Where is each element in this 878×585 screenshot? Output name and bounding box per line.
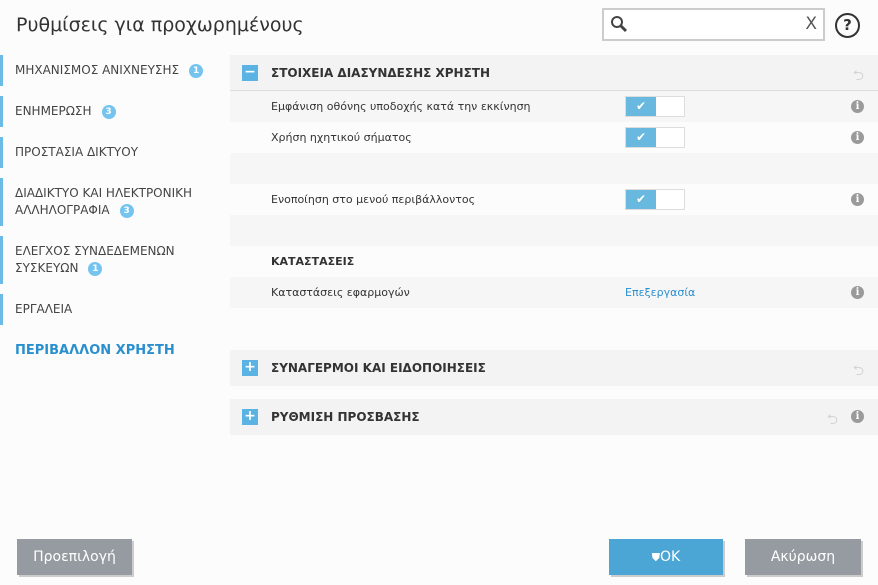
expand-icon[interactable]: + [242, 409, 258, 425]
sidebar-item-label: ΕΝΗΜΕΡΩΣΗ [15, 104, 92, 118]
section-header-ui-elements[interactable]: − ΣΤΟΙΧΕΙΑ ΔΙΑΣΥΝΔΕΣΗΣ ΧΡΗΣΤΗ ⮌ [230, 55, 878, 91]
sidebar: ΜΗΧΑΝΙΣΜΟΣ ΑΝΙΧΝΕΥΣΗΣ 1 ΕΝΗΜΕΡΩΣΗ 3 ΠΡΟΣΤΑ… [0, 55, 220, 376]
splash-screen-toggle[interactable]: ✔ [625, 96, 685, 117]
sidebar-item-tools[interactable]: ΕΡΓΑΛΕΙΑ [0, 294, 220, 325]
setting-row: Χρήση ηχητικού σήματος ✔ i [230, 122, 878, 153]
collapse-icon[interactable]: − [242, 65, 258, 81]
setting-label: Χρήση ηχητικού σήματος [271, 131, 412, 144]
sidebar-item-detection-engine[interactable]: ΜΗΧΑΝΙΣΜΟΣ ΑΝΙΧΝΕΥΣΗΣ 1 [0, 55, 220, 86]
section-header-alerts[interactable]: + ΣΥΝΑΓΕΡΜΟΙ ΚΑΙ ΕΙΔΟΠΟΙΗΣΕΙΣ ⮌ [230, 350, 878, 386]
info-icon[interactable]: i [851, 286, 864, 299]
expand-icon[interactable]: + [242, 360, 258, 376]
section-title: ΣΥΝΑΓΕΡΜΟΙ ΚΑΙ ΕΙΔΟΠΟΙΗΣΕΙΣ [271, 361, 486, 375]
sidebar-item-label: ΠΕΡΙΒΑΛΛΟΝ ΧΡΗΣΤΗ [15, 343, 175, 358]
sound-signal-toggle[interactable]: ✔ [625, 127, 685, 148]
sidebar-item-device-control[interactable]: ΕΛΕΓΧΟΣ ΣΥΝΔΕΔΕΜΕΝΩΝ ΣΥΣΚΕΥΩΝ 1 [0, 236, 190, 284]
sidebar-item-label: ΕΡΓΑΛΕΙΑ [15, 302, 73, 316]
setting-label: Ενοποίηση στο μενού περιβάλλοντος [271, 193, 476, 206]
page-title: Ρυθμίσεις για προχωρημένους [16, 14, 304, 36]
info-icon[interactable]: i [851, 131, 864, 144]
sidebar-item-network-protection[interactable]: ΠΡΟΣΤΑΣΙΑ ΔΙΚΤΥΟΥ [0, 137, 220, 168]
setting-row: Καταστάσεις εφαρμογών Επεξεργασία i [230, 277, 878, 308]
info-icon[interactable]: i [851, 410, 864, 423]
revert-icon[interactable]: ⮌ [827, 409, 838, 433]
states-heading: ΚΑΤΑΣΤΑΣΕΙΣ [271, 255, 355, 268]
revert-icon[interactable]: ⮌ [853, 65, 864, 89]
search-input[interactable]: X [602, 8, 825, 41]
edit-link[interactable]: Επεξεργασία [625, 286, 695, 299]
ok-button[interactable]: ⛊OK [609, 539, 723, 575]
info-icon[interactable]: i [851, 193, 864, 206]
context-menu-toggle[interactable]: ✔ [625, 189, 685, 210]
spacer-row [230, 153, 878, 184]
default-button[interactable]: Προεπιλογή [17, 539, 132, 575]
sidebar-item-user-interface[interactable]: ΠΕΡΙΒΑΛΛΟΝ ΧΡΗΣΤΗ [0, 335, 220, 366]
sidebar-item-label: ΠΡΟΣΤΑΣΙΑ ΔΙΚΤΥΟΥ [15, 145, 139, 159]
search-icon [611, 16, 628, 33]
section-header-access-setup[interactable]: + ΡΥΘΜΙΣΗ ΠΡΟΣΒΑΣΗΣ ⮌ i [230, 399, 878, 435]
count-badge: 1 [189, 64, 204, 78]
revert-icon[interactable]: ⮌ [853, 360, 864, 384]
setting-row: Ενοποίηση στο μενού περιβάλλοντος ✔ i [230, 184, 878, 215]
check-icon: ✔ [626, 128, 656, 147]
clear-search-button[interactable]: X [805, 14, 817, 34]
spacer-row [230, 215, 878, 246]
help-button[interactable]: ? [835, 13, 860, 38]
settings-panel: − ΣΤΟΙΧΕΙΑ ΔΙΑΣΥΝΔΕΣΗΣ ΧΡΗΣΤΗ ⮌ Εμφάνιση… [230, 55, 878, 435]
info-icon[interactable]: i [851, 100, 864, 113]
count-badge: 1 [88, 262, 103, 276]
sidebar-item-label: ΔΙΑΔΙΚΤΥΟ ΚΑΙ ΗΛΕΚΤΡΟΝΙΚΗ ΑΛΛΗΛΟΓΡΑΦΙΑ [15, 186, 193, 217]
cancel-button[interactable]: Ακύρωση [745, 539, 861, 575]
ok-label: OK [660, 549, 681, 565]
count-badge: 3 [119, 204, 134, 218]
setting-label: Εμφάνιση οθόνης υποδοχής κατά την εκκίνη… [271, 100, 531, 113]
setting-row: Εμφάνιση οθόνης υποδοχής κατά την εκκίνη… [230, 91, 878, 122]
section-title: ΣΤΟΙΧΕΙΑ ΔΙΑΣΥΝΔΕΣΗΣ ΧΡΗΣΤΗ [271, 66, 491, 80]
shield-icon: ⛊ [651, 551, 661, 564]
check-icon: ✔ [626, 97, 656, 116]
section-title: ΡΥΘΜΙΣΗ ΠΡΟΣΒΑΣΗΣ [271, 410, 420, 424]
count-badge: 3 [101, 105, 116, 119]
setting-label: Καταστάσεις εφαρμογών [271, 286, 410, 299]
check-icon: ✔ [626, 190, 656, 209]
spacer-row [230, 308, 878, 339]
sidebar-item-label: ΜΗΧΑΝΙΣΜΟΣ ΑΝΙΧΝΕΥΣΗΣ [15, 63, 180, 77]
sidebar-item-update[interactable]: ΕΝΗΜΕΡΩΣΗ 3 [0, 96, 220, 127]
sidebar-item-web-email[interactable]: ΔΙΑΔΙΚΤΥΟ ΚΑΙ ΗΛΕΚΤΡΟΝΙΚΗ ΑΛΛΗΛΟΓΡΑΦΙΑ 3 [0, 178, 205, 226]
subheading-row: ΚΑΤΑΣΤΑΣΕΙΣ [230, 246, 878, 277]
